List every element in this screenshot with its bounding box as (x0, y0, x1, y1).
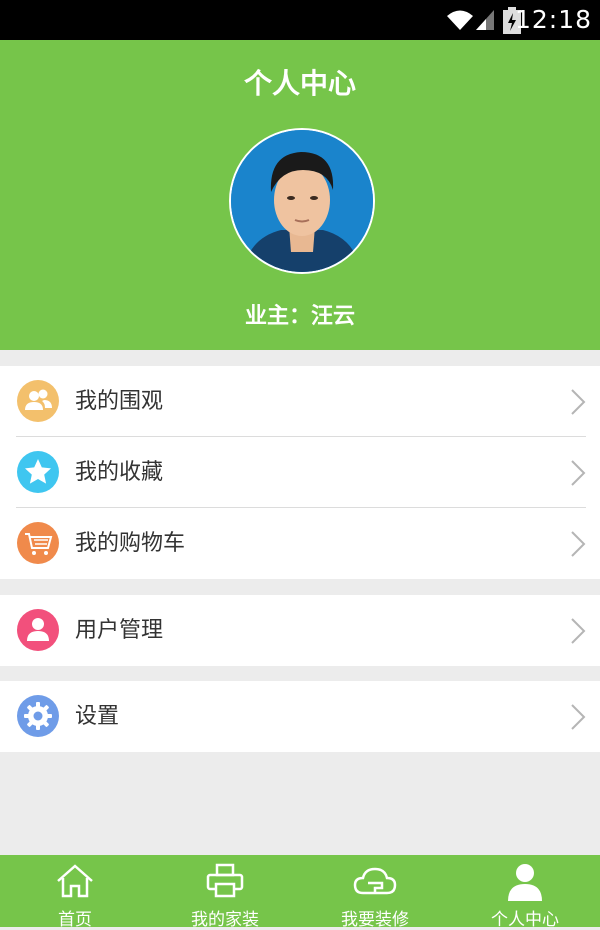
tab-renovate[interactable]: 我要装修 (300, 855, 450, 930)
person-icon (508, 864, 542, 901)
avatar[interactable] (229, 128, 375, 274)
tab-home[interactable]: 首页 (0, 855, 150, 930)
page-title: 个人中心 (243, 67, 356, 100)
status-bar: 12:18 (0, 0, 600, 40)
chevron-right-icon (570, 617, 586, 649)
tab-my-home-decor[interactable]: 我的家装 (150, 855, 300, 930)
chevron-right-icon (570, 388, 586, 420)
bottom-tab-bar: 首页 我的家装 我要装修 个人中心 (0, 855, 600, 930)
chevron-right-icon (570, 703, 586, 735)
menu-group-3: 设置 (0, 681, 600, 752)
people-icon (17, 380, 59, 422)
signal-icon (474, 8, 496, 36)
menu-item-label: 设置 (75, 704, 120, 729)
tab-profile[interactable]: 个人中心 (450, 855, 600, 930)
menu-item-cart[interactable]: 我的购物车 (0, 508, 600, 579)
cart-icon (17, 522, 59, 564)
tab-label: 我要装修 (341, 910, 409, 930)
menu-item-watching[interactable]: 我的围观 (0, 366, 600, 437)
chevron-right-icon (570, 530, 586, 562)
menu-group-1: 我的围观 我的收藏 我的购物车 (0, 366, 600, 579)
menu-item-label: 我的收藏 (75, 460, 164, 485)
tab-label: 首页 (58, 910, 92, 930)
menu-item-user-management[interactable]: 用户管理 (0, 595, 600, 666)
user-icon (17, 609, 59, 651)
tab-label: 我的家装 (191, 910, 259, 930)
menu-item-settings[interactable]: 设置 (0, 681, 600, 752)
home-icon (57, 864, 93, 898)
cloud-icon (353, 867, 397, 895)
tab-label: 个人中心 (491, 910, 559, 930)
wifi-icon (446, 8, 474, 36)
menu-item-favorites[interactable]: 我的收藏 (0, 437, 600, 508)
menu-item-label: 用户管理 (75, 618, 164, 643)
star-icon (17, 451, 59, 493)
printer-icon (206, 863, 244, 898)
gear-icon (17, 695, 59, 737)
menu-item-label: 我的购物车 (75, 531, 186, 556)
chevron-right-icon (570, 459, 586, 491)
menu-group-2: 用户管理 (0, 595, 600, 666)
clock: 12:18 (514, 5, 592, 34)
owner-name: 业主：汪云 (244, 304, 355, 329)
profile-header: 个人中心 业主：汪云 (0, 40, 600, 350)
menu-item-label: 我的围观 (75, 389, 164, 414)
